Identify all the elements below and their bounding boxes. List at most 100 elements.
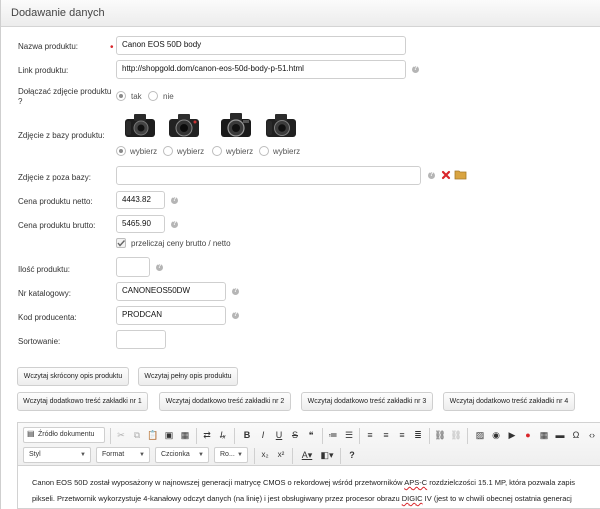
recalc-checkbox[interactable] xyxy=(116,238,126,248)
help-icon[interactable]: ? xyxy=(232,312,239,319)
camera-photo-2[interactable] xyxy=(167,110,201,140)
copy-icon[interactable]: ⧉ xyxy=(130,428,144,442)
align-center-icon[interactable]: ≡ xyxy=(379,428,393,442)
blockquote-icon[interactable]: ❝ xyxy=(304,428,318,442)
photo-select-radio-2[interactable] xyxy=(163,146,173,156)
strikethrough-icon[interactable]: S xyxy=(288,428,302,442)
photo-select-radio-4[interactable] xyxy=(259,146,269,156)
separator xyxy=(254,448,255,464)
add-data-panel: Dodawanie danych Nazwa produktu: • Canon… xyxy=(0,0,600,509)
align-right-icon[interactable]: ≡ xyxy=(395,428,409,442)
sort-input[interactable] xyxy=(116,330,166,349)
attach-no-radio[interactable] xyxy=(148,91,158,101)
style-combo-value: Styl xyxy=(29,451,41,458)
help-icon[interactable]: ? xyxy=(156,264,163,271)
photo-select-label-2: wybierz xyxy=(177,147,205,156)
align-left-icon[interactable]: ≡ xyxy=(363,428,377,442)
camera-photo-4[interactable] xyxy=(264,110,298,140)
help-icon[interactable]: ? xyxy=(345,448,359,462)
superscript-icon[interactable]: x² xyxy=(274,448,288,462)
net-price-label: Cena produktu netto: xyxy=(18,197,93,206)
content-text: IV (jest to w chwili obecnej ostatnia ge… xyxy=(422,494,572,503)
quantity-label: Ilość produktu: xyxy=(18,265,71,274)
editor-toolbar: ▤ Źródło dokumentu ✂ ⧉ 📋 ▣ ▦ ⇄ I̶ₓ B I U… xyxy=(18,423,600,466)
recalc-label: przeliczaj ceny brutto / netto xyxy=(131,239,231,248)
source-icon: ▤ xyxy=(27,429,35,438)
underline-icon[interactable]: U xyxy=(272,428,286,442)
external-photo-input[interactable] xyxy=(116,166,421,185)
code-icon[interactable]: ‹› xyxy=(585,428,599,442)
map-marker-icon[interactable]: ● xyxy=(521,428,535,442)
link-input[interactable]: http://shopgold.dom/canon-eos-50d-body-p… xyxy=(116,60,406,79)
photo-select-radio-3[interactable] xyxy=(212,146,222,156)
attach-yes-radio[interactable] xyxy=(116,91,126,101)
link-icon[interactable]: ⛓ xyxy=(433,428,447,442)
subscript-icon[interactable]: x₂ xyxy=(258,448,272,462)
align-justify-icon[interactable]: ≣ xyxy=(411,428,425,442)
cut-icon[interactable]: ✂ xyxy=(114,428,128,442)
gross-price-input[interactable]: 5465.90 xyxy=(116,215,165,233)
content-text: rozdzielczości 15.1 MP, która pozwala za… xyxy=(427,478,576,487)
photo-select-radio-1[interactable] xyxy=(116,146,126,156)
net-price-input[interactable]: 4443.82 xyxy=(116,191,165,209)
special-char-icon[interactable]: Ω xyxy=(569,428,583,442)
folder-icon[interactable] xyxy=(454,169,467,180)
remove-format-icon[interactable]: I̶ₓ xyxy=(216,428,230,442)
image-icon[interactable]: ▨ xyxy=(473,428,487,442)
youtube-icon[interactable]: ▶ xyxy=(505,428,519,442)
camera-photo-3[interactable] xyxy=(219,110,253,140)
delete-icon[interactable] xyxy=(441,170,451,180)
photos-label: Zdjęcie z bazy produktu: xyxy=(18,131,105,140)
paste-text-icon[interactable]: ▣ xyxy=(162,428,176,442)
format-combo[interactable]: Format ▼ xyxy=(96,447,150,463)
load-tab2-button[interactable]: Wczytaj dodatkowo treść zakładki nr 2 xyxy=(159,392,291,411)
separator xyxy=(429,428,430,444)
help-icon[interactable]: ? xyxy=(171,221,178,228)
load-full-desc-button[interactable]: Wczytaj pełny opis produktu xyxy=(138,367,238,386)
horizontal-line-icon[interactable]: ▬ xyxy=(553,428,567,442)
load-tab1-button[interactable]: Wczytaj dodatkowo treść zakładki nr 1 xyxy=(17,392,148,411)
chevron-down-icon: ▼ xyxy=(139,452,145,458)
table-icon[interactable]: ▦ xyxy=(537,428,551,442)
numbered-list-icon[interactable]: ≔ xyxy=(326,428,340,442)
help-icon[interactable]: ? xyxy=(232,288,239,295)
catalog-input[interactable]: CANONEOS50DW xyxy=(116,282,226,301)
find-replace-icon[interactable]: ⇄ xyxy=(200,428,214,442)
load-tab3-button[interactable]: Wczytaj dodatkowo treść zakładki nr 3 xyxy=(301,392,433,411)
chevron-down-icon: ▼ xyxy=(80,452,86,458)
content-line-2: pikseli. Przetwornik wykorzystuje 4-kana… xyxy=(32,491,600,507)
paste-icon[interactable]: 📋 xyxy=(146,428,160,442)
italic-icon[interactable]: I xyxy=(256,428,270,442)
source-button[interactable]: ▤ Źródło dokumentu xyxy=(23,427,105,443)
attach-photo-label: Dołączać zdjęcie produktu xyxy=(18,87,112,96)
unlink-icon[interactable]: ⛓ xyxy=(449,428,463,442)
photo-select-label-3: wybierz xyxy=(226,147,254,156)
load-tab4-button[interactable]: Wczytaj dodatkowo treść zakładki nr 4 xyxy=(443,392,575,411)
help-icon[interactable]: ? xyxy=(412,66,419,73)
text-color-icon[interactable]: A▾ xyxy=(298,448,316,462)
style-combo[interactable]: Styl ▼ xyxy=(23,447,91,463)
font-combo-value: Czcionka xyxy=(161,451,190,458)
chevron-down-icon: ▼ xyxy=(237,452,243,458)
quantity-input[interactable] xyxy=(116,257,150,277)
link-label: Link produktu: xyxy=(18,66,69,75)
help-icon[interactable]: ? xyxy=(171,197,178,204)
editor-content[interactable]: Canon EOS 50D został wyposażony w najnow… xyxy=(32,475,600,507)
help-icon[interactable]: ? xyxy=(428,172,435,179)
check-icon xyxy=(117,240,126,247)
load-short-desc-button[interactable]: Wczytaj skrócony opis produktu xyxy=(17,367,129,386)
camera-photo-1[interactable] xyxy=(123,110,157,140)
attach-yes-label: tak xyxy=(131,92,142,101)
producer-code-input[interactable]: PRODCAN xyxy=(116,306,226,325)
size-combo[interactable]: Ro... ▼ xyxy=(214,447,248,463)
separator xyxy=(359,428,360,444)
bold-icon[interactable]: B xyxy=(240,428,254,442)
bulleted-list-icon[interactable]: ☰ xyxy=(342,428,356,442)
panel-title: Dodawanie danych xyxy=(11,7,105,19)
background-color-icon[interactable]: ◧▾ xyxy=(318,448,336,462)
photo-select-label-1: wybierz xyxy=(130,147,158,156)
paste-word-icon[interactable]: ▦ xyxy=(178,428,192,442)
flash-icon[interactable]: ◉ xyxy=(489,428,503,442)
font-combo[interactable]: Czcionka ▼ xyxy=(155,447,209,463)
product-name-input[interactable]: Canon EOS 50D body xyxy=(116,36,406,55)
